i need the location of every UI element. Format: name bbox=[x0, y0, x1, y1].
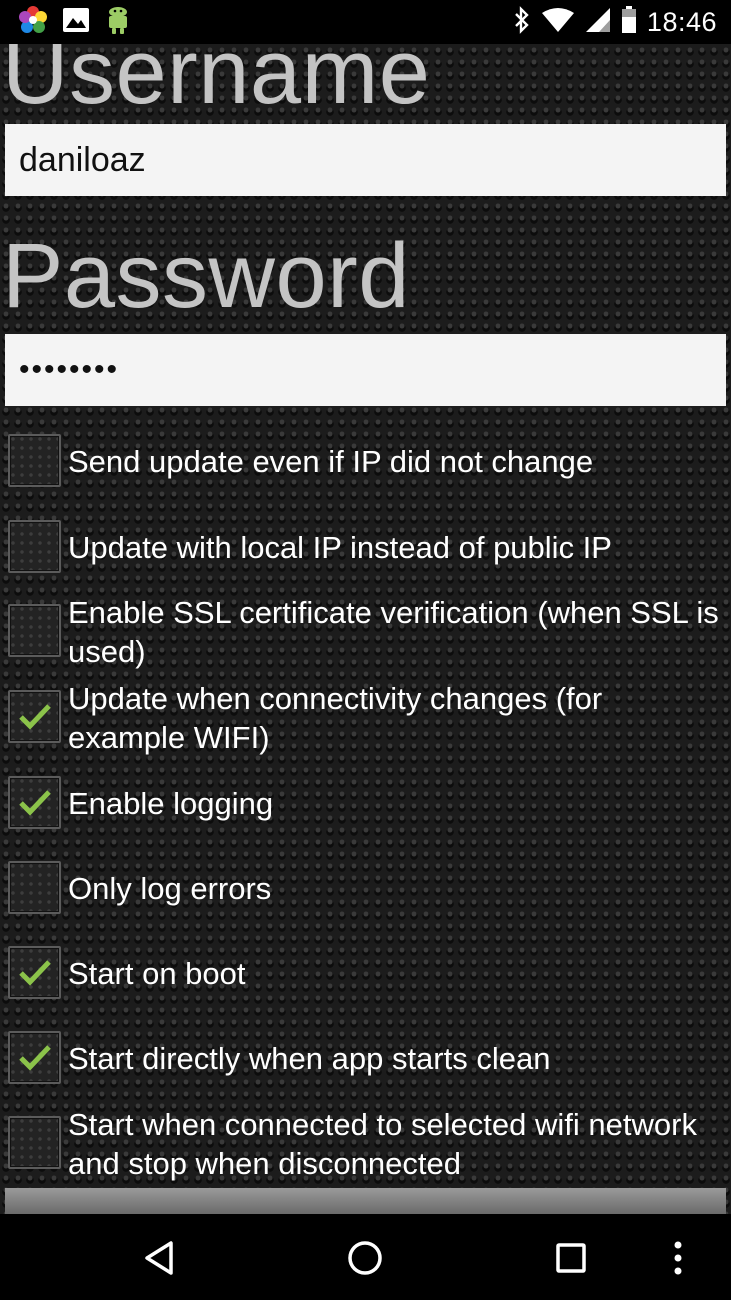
option-label: Update with local IP instead of public I… bbox=[68, 530, 612, 565]
notification-icons bbox=[18, 5, 132, 40]
option-label: Enable SSL certificate verification (whe… bbox=[68, 595, 719, 669]
pinwheel-app-icon bbox=[18, 5, 48, 40]
bluetooth-icon bbox=[513, 5, 531, 39]
recents-icon bbox=[556, 1243, 586, 1273]
checkbox-checked[interactable] bbox=[8, 776, 61, 829]
checkbox-unchecked[interactable] bbox=[8, 434, 61, 487]
home-button[interactable] bbox=[341, 1234, 389, 1282]
checkbox-checked[interactable] bbox=[8, 1031, 61, 1084]
android-robot-icon bbox=[104, 5, 132, 40]
username-label: Username bbox=[2, 44, 431, 123]
option-label: Send update even if IP did not change bbox=[68, 444, 594, 479]
home-icon bbox=[348, 1241, 382, 1275]
checkbox-checked[interactable] bbox=[8, 946, 61, 999]
option-label: Only log errors bbox=[68, 871, 272, 906]
option-label: Start on boot bbox=[68, 956, 246, 991]
checkbox-unchecked[interactable] bbox=[8, 604, 61, 657]
option-label: Start directly when app starts clean bbox=[68, 1041, 551, 1076]
option-label: Update when connectivity changes (for ex… bbox=[68, 681, 603, 755]
back-icon bbox=[145, 1241, 173, 1275]
username-field[interactable]: daniloaz bbox=[5, 124, 726, 196]
clock: 18:46 bbox=[646, 6, 717, 37]
password-field[interactable]: •••••••• bbox=[5, 334, 726, 406]
navigation-bar bbox=[0, 1214, 731, 1300]
check-mark-icon bbox=[19, 960, 51, 986]
checkbox-checked[interactable] bbox=[8, 690, 61, 743]
image-icon bbox=[62, 7, 90, 38]
next-section-edge bbox=[5, 1188, 726, 1214]
checkbox-unchecked[interactable] bbox=[8, 520, 61, 573]
battery-icon bbox=[621, 5, 637, 39]
option-label: Enable logging bbox=[68, 786, 274, 821]
overflow-menu-button[interactable] bbox=[654, 1234, 702, 1282]
option-label: Start when connected to selected wifi ne… bbox=[68, 1107, 697, 1181]
settings-form[interactable]: Username daniloaz Password •••••••• Send… bbox=[0, 44, 731, 1214]
wifi-icon bbox=[541, 7, 575, 38]
check-mark-icon bbox=[19, 704, 51, 730]
system-icons: 18:46 bbox=[513, 5, 717, 39]
recents-button[interactable] bbox=[547, 1234, 595, 1282]
checkbox-unchecked[interactable] bbox=[8, 1116, 61, 1169]
overflow-menu-icon bbox=[674, 1241, 682, 1275]
check-mark-icon bbox=[19, 790, 51, 816]
status-bar: 18:46 bbox=[0, 0, 731, 44]
password-label: Password bbox=[2, 225, 410, 327]
checkbox-unchecked[interactable] bbox=[8, 861, 61, 914]
cellular-signal-icon bbox=[585, 7, 611, 38]
check-mark-icon bbox=[19, 1045, 51, 1071]
back-button[interactable] bbox=[136, 1234, 184, 1282]
